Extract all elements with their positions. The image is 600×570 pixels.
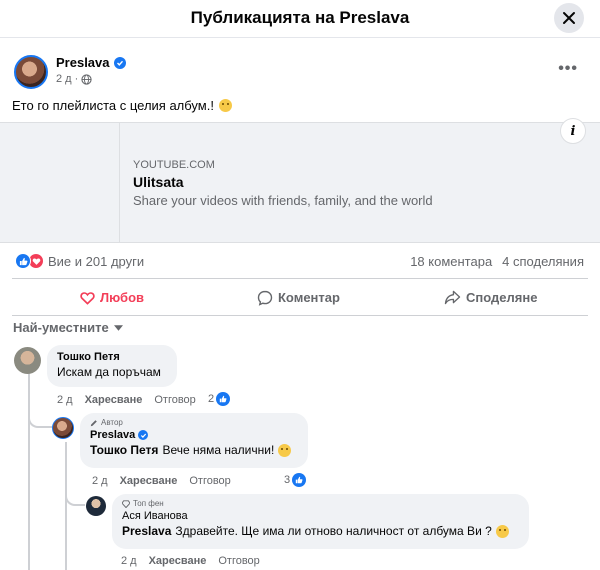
more-horizontal-icon: ••• (558, 60, 578, 77)
post-text: Ето го плейлиста с целия албум.! (12, 98, 232, 113)
nested-reply-reply-button[interactable]: Отговор (218, 555, 259, 567)
reply-text: Тошко Петя Вече няма налични! (90, 443, 298, 457)
post-author-avatar[interactable] (14, 55, 48, 89)
reactions-text: Вие и 201 други (48, 253, 145, 269)
nested-reply-mention[interactable]: Preslava (122, 524, 171, 538)
nested-reply-bubble: Топ фен Ася Иванова Preslava Здравейте. … (112, 494, 529, 549)
nested-reply-avatar[interactable] (86, 496, 106, 516)
like-icon (292, 473, 307, 487)
info-button[interactable]: i (560, 118, 586, 144)
link-title[interactable]: Ulitsata (133, 174, 184, 190)
reply-text-content: Вече няма налични! (162, 443, 275, 457)
reply-reply-button[interactable]: Отговор (189, 475, 230, 487)
comment-reply-button[interactable]: Отговор (154, 394, 195, 406)
sort-label: Най-уместните (13, 320, 109, 335)
post-author-name[interactable]: Preslava (56, 55, 110, 70)
comment-author[interactable]: Тошко Петя (57, 351, 167, 363)
pencil-icon (90, 419, 97, 426)
nested-reply-like-button[interactable]: Харесване (149, 555, 207, 567)
info-icon: i (570, 123, 576, 139)
author-badge: Автор (90, 418, 298, 427)
comments-count[interactable]: 18 коментара (410, 254, 492, 269)
reply-bubble: Автор Preslava Тошко Петя Вече няма нали… (80, 413, 308, 468)
globe-icon (81, 73, 92, 85)
verified-icon (138, 430, 149, 440)
comment-avatar[interactable] (14, 347, 41, 374)
nested-reply-author[interactable]: Ася Иванова (122, 510, 519, 522)
nested-reply-text: Preslava Здравейте. Ще има ли отново нал… (122, 524, 519, 538)
like-icon (216, 392, 231, 406)
share-icon (444, 290, 461, 305)
thread-line (28, 373, 30, 570)
chevron-down-icon (113, 324, 123, 331)
thread-line-reply (28, 406, 52, 428)
comment-button-label: Коментар (278, 290, 340, 305)
link-description: Share your videos with friends, family, … (133, 193, 433, 208)
like-reaction-icon (15, 253, 31, 269)
like-count-value: 3 (284, 474, 291, 486)
verified-icon (113, 56, 126, 69)
top-fan-badge-label: Топ фен (133, 499, 164, 508)
thread-line-nested (65, 442, 67, 570)
link-thumbnail[interactable] (0, 123, 120, 242)
more-options-button[interactable]: ••• (558, 60, 578, 78)
comment-like-count[interactable]: 2 (208, 392, 231, 406)
author-badge-label: Автор (101, 418, 123, 427)
reply-like-button[interactable]: Харесване (120, 475, 178, 487)
reply-time[interactable]: 2 д (92, 475, 108, 487)
link-preview-card[interactable] (0, 122, 600, 243)
comment-text-content: Искам да поръчам (57, 365, 161, 379)
dialog-header: Публикацията на Preslava (0, 0, 600, 38)
comment-button[interactable]: Коментар (257, 279, 340, 316)
comment-bubble: Тошко Петя Искам да поръчам (47, 345, 177, 387)
comment-sort-dropdown[interactable]: Най-уместните (13, 320, 123, 335)
nested-reply-time[interactable]: 2 д (121, 555, 137, 567)
comment-time[interactable]: 2 д (57, 394, 73, 406)
post-meta: 2 д · (56, 73, 92, 85)
reply-actions: 2 д Харесване Отговор (92, 475, 231, 487)
reply-mention[interactable]: Тошко Петя (90, 443, 158, 457)
share-button[interactable]: Споделяне (444, 279, 537, 316)
post-author[interactable]: Preslava (56, 55, 126, 70)
comment-icon (257, 290, 273, 306)
love-icon (80, 291, 95, 305)
dialog-title: Публикацията на Preslava (190, 8, 410, 27)
smile-emoji-icon (495, 524, 509, 538)
love-button[interactable]: Любов (80, 279, 144, 316)
shares-count[interactable]: 4 споделяния (502, 254, 584, 269)
reply-author[interactable]: Preslava (90, 429, 135, 441)
comment-like-button[interactable]: Харесване (85, 394, 143, 406)
thread-line-nested-reply (65, 486, 85, 506)
post-time[interactable]: 2 д (56, 73, 72, 85)
love-button-label: Любов (100, 290, 145, 305)
reply-author-row: Preslava (90, 429, 298, 441)
reactions-summary[interactable]: Вие и 201 други (15, 253, 144, 269)
post-text-content: Ето го плейлиста с целия албум.! (12, 98, 214, 113)
reply-avatar[interactable] (52, 417, 74, 439)
action-bar: Любов Коментар Споделяне (12, 278, 588, 316)
close-button[interactable] (554, 3, 584, 33)
share-button-label: Споделяне (466, 290, 538, 305)
top-fan-badge: Топ фен (122, 499, 519, 508)
nested-reply-text-content: Здравейте. Ще има ли отново наличност от… (175, 524, 492, 538)
neutral-emoji-icon (278, 443, 292, 457)
comment-actions: 2 д Харесване Отговор (57, 394, 196, 406)
reply-like-count[interactable]: 3 (284, 473, 307, 487)
link-domain: YOUTUBE.COM (133, 159, 215, 171)
diamond-icon (122, 499, 130, 508)
close-icon (563, 12, 575, 24)
engagement-counts: 18 коментара 4 споделяния (410, 254, 584, 269)
nested-reply-actions: 2 д Харесване Отговор (121, 555, 260, 567)
like-count-value: 2 (208, 393, 215, 405)
kiss-emoji-icon (218, 99, 232, 112)
comment-text: Искам да поръчам (57, 365, 167, 379)
